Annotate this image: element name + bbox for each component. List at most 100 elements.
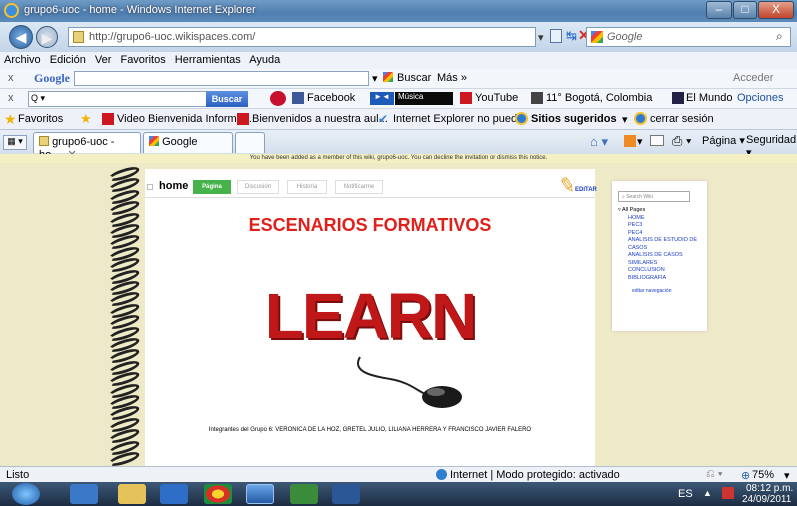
quick-tabs-button[interactable]: ▦ ▾ xyxy=(3,135,27,150)
google-toolbar-dropdown-icon[interactable]: ▾ xyxy=(372,72,378,85)
security-zone-text[interactable]: Internet | Modo protegido: activado xyxy=(450,469,620,481)
taskbar-app-checkmark-icon[interactable] xyxy=(70,484,98,504)
el-mundo-button[interactable]: El Mundo xyxy=(686,92,732,104)
zoom-dropdown-icon[interactable]: ▾ xyxy=(784,469,790,482)
nav-conclusion[interactable]: CONCLUSION xyxy=(628,267,706,275)
favorite-item-internet-explorer[interactable]: Internet Explorer no pued... xyxy=(393,113,526,125)
feeds-dropdown-icon[interactable]: ▾ xyxy=(637,135,643,148)
taskbar-internet-explorer-icon[interactable] xyxy=(246,484,274,504)
learn-image: LEARN xyxy=(240,279,500,409)
wiki-edit-button[interactable]: EDITAR xyxy=(575,187,597,193)
wiki-search-placeholder: Search Wiki xyxy=(626,194,653,200)
tab-google[interactable]: Google xyxy=(143,132,233,153)
language-indicator[interactable]: ES xyxy=(678,488,693,500)
edit-navigation-link[interactable]: editar navegación xyxy=(632,288,706,294)
wiki-search-input[interactable]: ⌕ Search Wiki xyxy=(618,191,690,202)
mail-icon[interactable] xyxy=(650,135,664,146)
new-tab-button[interactable] xyxy=(235,132,265,153)
nav-analisis-estudio-casos[interactable]: ANALISIS DE ESTUDIO DE CASOS xyxy=(628,237,706,252)
group-members-text: Integrantes del Grupo 6: VERONICA DE LA … xyxy=(208,427,532,433)
addon-buscar-button[interactable]: Buscar xyxy=(206,91,248,107)
taskbar-media-player-icon[interactable] xyxy=(160,484,188,504)
action-center-flag-icon[interactable] xyxy=(722,487,734,499)
favorite-item-sitios-sugeridos[interactable]: Sitios sugeridos xyxy=(531,113,617,125)
nav-analisis-casos-similares[interactable]: ANALISIS DE CASOS SIMILARES xyxy=(628,252,706,267)
back-button[interactable]: ◀ xyxy=(9,25,33,49)
taskbar-word-icon[interactable] xyxy=(332,484,360,504)
opciones-button[interactable]: Opciones xyxy=(737,92,783,104)
start-button[interactable] xyxy=(12,483,40,505)
nav-pec4[interactable]: PEC4 xyxy=(628,230,706,238)
tab-grupo6-uoc[interactable]: grupo6-uoc - ho... ✕ xyxy=(33,132,141,161)
home-icon[interactable]: ⌂ ▾ xyxy=(590,134,608,150)
url-input[interactable]: http://grupo6-uoc.wikispaces.com/ xyxy=(68,27,536,47)
forward-button[interactable]: ▶ xyxy=(36,26,58,48)
addon-toolbar-close-button[interactable]: x xyxy=(8,92,14,104)
menu-herramientas[interactable]: Herramientas xyxy=(175,54,241,66)
close-button[interactable]: X xyxy=(758,1,794,19)
music-player-icon[interactable]: ►◄ xyxy=(370,92,394,105)
pagina-label: Página xyxy=(702,135,737,147)
wikispaces-favicon-icon xyxy=(39,136,49,146)
google-buscar-button[interactable]: Buscar xyxy=(397,72,431,84)
wiki-tab-pagina[interactable]: Página xyxy=(193,180,231,194)
menu-ver[interactable]: Ver xyxy=(95,54,112,66)
el-mundo-icon xyxy=(672,92,684,104)
wiki-sidebar: ⌕ Search Wiki ▿ All Pages HOME PEC3 PEC4… xyxy=(612,181,707,331)
print-icon[interactable]: ⎙ ▾ xyxy=(672,133,691,149)
nav-pec3[interactable]: PEC3 xyxy=(628,222,706,230)
all-pages-label[interactable]: ▿ All Pages xyxy=(618,207,706,215)
title-bar[interactable]: grupo6-uoc - home - Windows Internet Exp… xyxy=(0,0,797,22)
search-placeholder: Google xyxy=(607,31,643,43)
google-mas-button[interactable]: Más » xyxy=(437,72,467,84)
youtube-favicon-icon xyxy=(237,113,249,125)
favorite-item-bienvenidos[interactable]: Bienvenidos a nuestra aul... xyxy=(252,113,388,125)
wiki-tab-discusion[interactable]: Discusión xyxy=(237,180,279,194)
wiki-notice-bar: You have been added as a member of this … xyxy=(0,154,797,163)
favorites-button[interactable]: Favoritos xyxy=(18,113,63,125)
nav-home[interactable]: HOME xyxy=(628,215,706,223)
maximize-button[interactable]: □ xyxy=(733,1,757,19)
pagina-menu[interactable]: Página ▾ xyxy=(702,134,745,147)
mcafee-icon[interactable] xyxy=(270,91,286,106)
favorite-item-video-bienvenida[interactable]: Video Bienvenida Informá... xyxy=(117,113,252,125)
menu-favoritos[interactable]: Favoritos xyxy=(120,54,165,66)
sitios-dropdown-icon[interactable]: ▾ xyxy=(622,113,628,126)
taskbar-messenger-icon[interactable] xyxy=(290,484,318,504)
google-toolbar-input[interactable] xyxy=(74,71,369,86)
wiki-tab-notificarme[interactable]: Notifícarme xyxy=(335,180,383,194)
suggested-sites-icon xyxy=(515,112,528,125)
clock-time[interactable]: 08:12 p.m. xyxy=(746,483,793,494)
youtube-button[interactable]: YouTube xyxy=(475,92,518,104)
ie-favicon-icon: ✔ xyxy=(378,112,389,126)
menu-ayuda[interactable]: Ayuda xyxy=(249,54,280,66)
clock-date[interactable]: 24/09/2011 xyxy=(742,494,791,505)
show-hidden-icons-icon[interactable]: ▲ xyxy=(703,488,712,498)
favorite-item-cerrar-sesion[interactable]: cerrar sesión xyxy=(650,113,714,125)
weather-icon xyxy=(531,92,543,104)
compatibility-icon[interactable] xyxy=(550,29,562,43)
page-viewport[interactable]: home Página Discusión Historia Notifícar… xyxy=(0,163,797,466)
menu-edicion[interactable]: Edición xyxy=(50,54,86,66)
weather-button[interactable]: 11° Bogotá, Colombia xyxy=(546,92,652,104)
menu-archivo[interactable]: Archivo xyxy=(4,54,41,66)
url-dropdown-icon[interactable]: ▾ xyxy=(538,31,544,44)
taskbar: ES ▲ 08:12 p.m. 24/09/2011 xyxy=(0,482,797,506)
zoom-level[interactable]: 75% xyxy=(752,469,774,481)
youtube-icon xyxy=(460,92,472,104)
taskbar-chrome-icon[interactable] xyxy=(204,484,232,504)
facebook-button[interactable]: Facebook xyxy=(307,92,355,104)
google-acceder-link[interactable]: Acceder xyxy=(733,72,773,84)
minimize-button[interactable]: – xyxy=(706,1,732,19)
taskbar-explorer-folder-icon[interactable] xyxy=(118,484,146,504)
refresh-icon[interactable]: ↹ xyxy=(566,28,577,44)
musica-button[interactable]: Música xyxy=(395,92,453,105)
protected-mode-icon[interactable]: ⎌ ▾ xyxy=(706,468,722,481)
add-favorite-icon[interactable]: ★ xyxy=(80,111,92,127)
nav-bibliografia[interactable]: BIBLIOGRAFIA xyxy=(628,275,706,283)
search-input[interactable]: Google xyxy=(586,27,791,47)
feeds-icon[interactable] xyxy=(624,135,636,147)
google-toolbar-close-button[interactable]: x xyxy=(8,72,14,84)
wiki-tab-historia[interactable]: Historia xyxy=(287,180,327,194)
search-icon[interactable]: ⌕ xyxy=(776,29,783,44)
